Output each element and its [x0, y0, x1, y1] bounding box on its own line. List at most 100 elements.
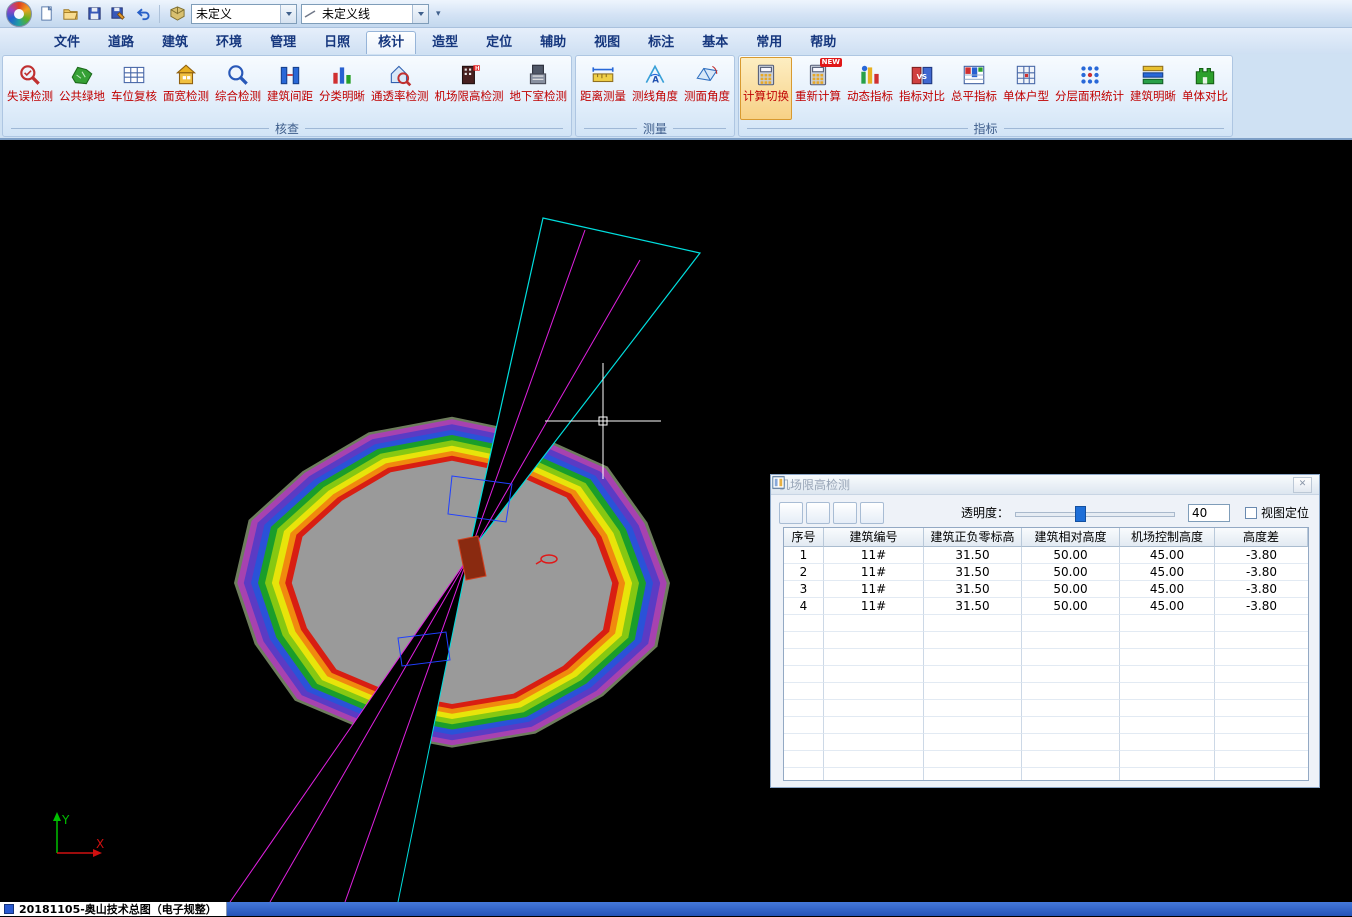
- ribbon-item-floor-area-stats[interactable]: 分层面积统计: [1052, 57, 1127, 120]
- table-empty-row[interactable]: [784, 734, 1308, 751]
- ribbon-item-recalculate[interactable]: 重新计算NEW: [792, 57, 844, 120]
- toolbar-overflow-button[interactable]: ▾: [433, 9, 444, 19]
- table-empty-row[interactable]: [784, 700, 1308, 717]
- layer-combo[interactable]: 未定义: [191, 4, 297, 24]
- layout-tab-icon: [4, 904, 14, 914]
- menu-tab-文件[interactable]: 文件: [42, 31, 92, 54]
- table-cell: 11#: [824, 564, 924, 581]
- menu-tab-道路[interactable]: 道路: [96, 31, 146, 54]
- ribbon-item-building-clarity[interactable]: 建筑明晰: [1127, 57, 1179, 120]
- save-button[interactable]: [84, 4, 104, 24]
- refresh-button[interactable]: [779, 502, 803, 524]
- ribbon-item-airport-height-check[interactable]: H机场限高检测: [432, 57, 507, 120]
- menu-tab-标注[interactable]: 标注: [636, 31, 686, 54]
- menu-bar: 文件道路建筑环境管理日照核计造型定位辅助视图标注基本常用帮助: [0, 28, 1352, 54]
- table-empty-row[interactable]: [784, 666, 1308, 683]
- linetype-combo[interactable]: 未定义线: [301, 4, 429, 24]
- table-row[interactable]: 311#31.5050.0045.00-3.80: [784, 581, 1308, 598]
- save-as-button[interactable]: [108, 4, 128, 24]
- table-cell: 4: [784, 598, 824, 615]
- table-row[interactable]: 411#31.5050.0045.00-3.80: [784, 598, 1308, 615]
- menu-tab-核计[interactable]: 核计: [366, 31, 416, 54]
- slider-track[interactable]: [1015, 512, 1175, 517]
- table-cell: 31.50: [924, 598, 1022, 615]
- table-row[interactable]: 111#31.5050.0045.00-3.80: [784, 547, 1308, 564]
- toolbar-separator: [159, 5, 160, 23]
- app-logo-icon[interactable]: [6, 1, 32, 27]
- menu-tab-常用[interactable]: 常用: [744, 31, 794, 54]
- menu-tab-辅助[interactable]: 辅助: [528, 31, 578, 54]
- menu-tab-帮助[interactable]: 帮助: [798, 31, 848, 54]
- table-empty-row[interactable]: [784, 768, 1308, 781]
- drawing-canvas[interactable]: Y X 机场限高检测 ✕ W 透明度：: [0, 140, 1352, 902]
- table-empty-row[interactable]: [784, 649, 1308, 666]
- ribbon-item-overall-index[interactable]: 总平指标: [948, 57, 1000, 120]
- column-view-button[interactable]: [860, 502, 884, 524]
- parking-review-icon: [121, 62, 147, 88]
- table-cell: 2: [784, 564, 824, 581]
- ribbon-item-distance-measure[interactable]: 距离测量: [577, 57, 629, 120]
- menu-tab-管理[interactable]: 管理: [258, 31, 308, 54]
- slider-thumb[interactable]: [1075, 506, 1086, 522]
- ribbon-item-label: 单体对比: [1182, 89, 1228, 103]
- table-row[interactable]: 211#31.5050.0045.00-3.80: [784, 564, 1308, 581]
- ribbon-item-label: 分层面积统计: [1055, 89, 1124, 103]
- ribbon-item-surface-angle-measure[interactable]: 测面角度: [681, 57, 733, 120]
- new-file-button[interactable]: [36, 4, 56, 24]
- view-locate-checkbox[interactable]: [1245, 507, 1257, 519]
- menu-tab-造型[interactable]: 造型: [420, 31, 470, 54]
- export-table-button[interactable]: [833, 502, 857, 524]
- open-file-button[interactable]: [60, 4, 80, 24]
- table-header-cell: 建筑正负零标高: [924, 528, 1022, 547]
- undo-button[interactable]: [132, 4, 152, 24]
- table-empty-row[interactable]: [784, 683, 1308, 700]
- ribbon-item-calc-toggle[interactable]: 计算切换: [740, 57, 792, 120]
- table-header-cell: 建筑相对高度: [1022, 528, 1120, 547]
- linetype-combo-value: 未定义线: [318, 5, 392, 22]
- export-word-button[interactable]: W: [806, 502, 830, 524]
- ribbon-item-width-check[interactable]: 面宽检测: [160, 57, 212, 120]
- ribbon-item-label: 机场限高检测: [435, 89, 504, 103]
- table-empty-row[interactable]: [784, 632, 1308, 649]
- dialog-close-button[interactable]: ✕: [1293, 477, 1312, 493]
- layout-tab[interactable]: 20181105-奥山技术总图（电子规整）: [0, 902, 227, 916]
- table-empty-row[interactable]: [784, 751, 1308, 768]
- view-locate-checkbox-group[interactable]: 视图定位: [1245, 504, 1309, 521]
- table-empty-row[interactable]: [784, 615, 1308, 632]
- menu-tab-环境[interactable]: 环境: [204, 31, 254, 54]
- table-cell: 45.00: [1120, 581, 1215, 598]
- table-cell: -3.80: [1215, 547, 1308, 564]
- ribbon-item-building-spacing[interactable]: 建筑间距: [264, 57, 316, 120]
- ribbon-item-label: 计算切换: [743, 89, 789, 103]
- menu-tab-建筑[interactable]: 建筑: [150, 31, 200, 54]
- ribbon-item-index-compare[interactable]: VS指标对比: [896, 57, 948, 120]
- table-header-cell: 机场控制高度: [1120, 528, 1215, 547]
- ribbon-item-dynamic-index[interactable]: 动态指标: [844, 57, 896, 120]
- ribbon-item-error-check[interactable]: 失误检测: [4, 57, 56, 120]
- unit-compare-icon: [1192, 62, 1218, 88]
- linetype-combo-dropdown[interactable]: [412, 5, 428, 23]
- ribbon-item-unit-compare[interactable]: 单体对比: [1179, 57, 1231, 120]
- block-tool-button[interactable]: [167, 4, 187, 24]
- table-empty-row[interactable]: [784, 717, 1308, 734]
- opacity-value-input[interactable]: 40: [1188, 504, 1230, 522]
- ribbon-item-basement-check[interactable]: 地下室检测: [507, 57, 571, 120]
- dialog-titlebar[interactable]: 机场限高检测 ✕: [771, 475, 1319, 495]
- ribbon-item-parking-review[interactable]: 车位复核: [108, 57, 160, 120]
- menu-tab-日照[interactable]: 日照: [312, 31, 362, 54]
- ribbon-item-public-green[interactable]: 公共绿地: [56, 57, 108, 120]
- ribbon-item-unit-type[interactable]: 单体户型: [1000, 57, 1052, 120]
- menu-tab-视图[interactable]: 视图: [582, 31, 632, 54]
- table-cell: 31.50: [924, 547, 1022, 564]
- ribbon-item-classification-clarity[interactable]: 分类明晰: [316, 57, 368, 120]
- menu-tab-定位[interactable]: 定位: [474, 31, 524, 54]
- opacity-label: 透明度：: [961, 504, 1009, 521]
- layer-combo-dropdown[interactable]: [280, 5, 296, 23]
- surface-angle-measure-icon: [694, 62, 720, 88]
- ribbon-item-transparency-check[interactable]: 通透率检测: [368, 57, 432, 120]
- menu-tab-基本[interactable]: 基本: [690, 31, 740, 54]
- table-cell: 50.00: [1022, 598, 1120, 615]
- ribbon-item-line-angle-measure[interactable]: A测线角度: [629, 57, 681, 120]
- ribbon-item-comprehensive-check[interactable]: 综合检测: [212, 57, 264, 120]
- opacity-slider[interactable]: [1015, 505, 1175, 521]
